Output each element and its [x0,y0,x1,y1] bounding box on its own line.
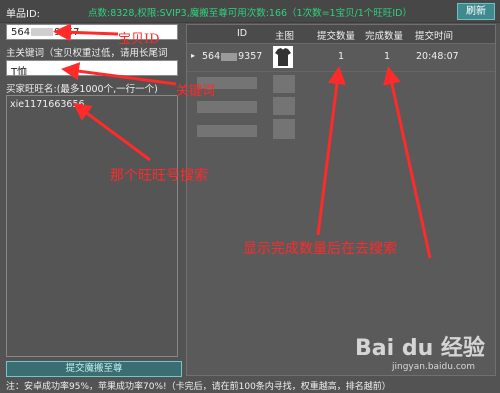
arrow-to-submitted [316,66,346,236]
arrow-to-product-id [53,23,119,42]
watermark-logo: Bai du 经验 [355,336,485,361]
arrow-to-buyer [72,102,151,162]
arrow-to-keyword [61,62,177,86]
arrow-to-completed [383,66,432,259]
watermark-url: jingyan.baidu.com [392,362,476,372]
